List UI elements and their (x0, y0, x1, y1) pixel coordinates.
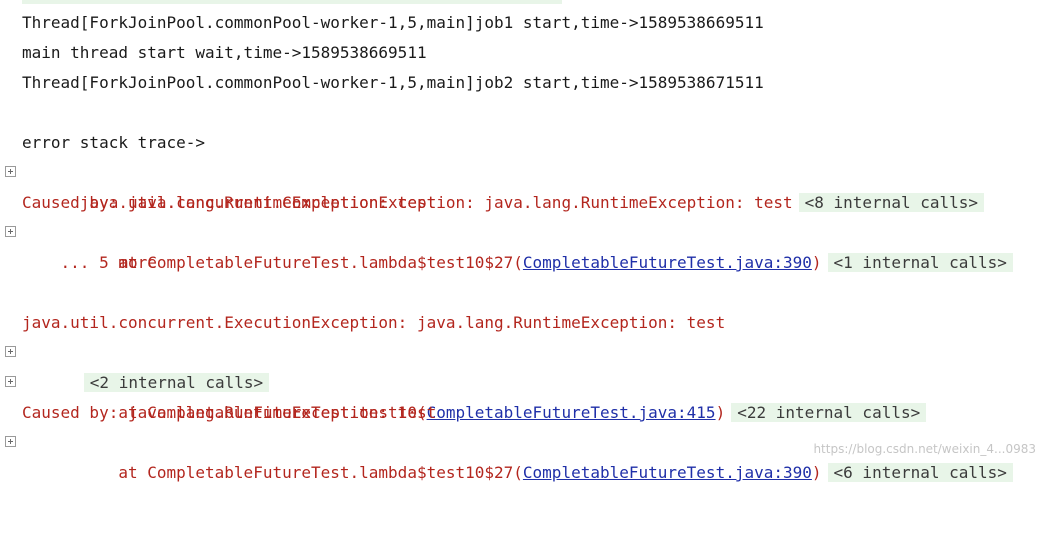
stack-frame-close: ) (811, 253, 822, 272)
stack-trace-line: java.util.concurrent.CompletionException… (0, 158, 985, 212)
console-line: java.util.concurrent.ExecutionException:… (0, 308, 725, 338)
internal-calls-fold[interactable]: <8 internal calls> (798, 193, 985, 212)
expand-icon[interactable] (5, 436, 16, 447)
stack-frame-close: ) (715, 403, 726, 422)
exception-text: java.util.concurrent.ExecutionException:… (22, 313, 726, 332)
console-line: error stack trace-> (0, 128, 205, 158)
source-link[interactable]: CompletableFutureTest.java:415 (427, 403, 716, 422)
internal-calls-fold[interactable]: <1 internal calls> (827, 253, 1013, 272)
expand-icon[interactable] (5, 226, 16, 237)
console-line: ... 5 more (0, 248, 157, 278)
console-line: main thread start wait,time->15895386695… (0, 38, 427, 68)
more-frames-text: ... 5 more (22, 253, 157, 272)
console-line: Caused by: java.lang.RuntimeException: t… (0, 398, 436, 428)
console-text: Thread[ForkJoinPool.commonPool-worker-1,… (22, 73, 764, 92)
stack-trace-line: <2 internal calls> (0, 338, 270, 392)
console-output: Thread[ForkJoinPool.commonPool-worker-1,… (0, 0, 1042, 482)
stack-trace-line: at CompletableFutureTest.test10(Completa… (0, 368, 927, 422)
console-text: main thread start wait,time->15895386695… (22, 43, 427, 62)
stack-trace-line: at CompletableFutureTest.lambda$test10$2… (0, 218, 1013, 272)
expand-icon[interactable] (5, 346, 16, 357)
console-line: Thread[ForkJoinPool.commonPool-worker-1,… (0, 68, 764, 98)
stack-trace-line: at CompletableFutureTest.lambda$test10$2… (0, 428, 1013, 482)
watermark: https://blog.csdn.net/weixin_4...0983 (813, 442, 1036, 456)
console-text: at CompletableFutureTest.lambda$test10$2… (22, 218, 1013, 308)
expand-icon[interactable] (5, 166, 16, 177)
folded-region-highlight (22, 0, 562, 4)
internal-calls-fold[interactable]: <22 internal calls> (731, 403, 927, 422)
expand-icon[interactable] (5, 376, 16, 387)
console-line: Caused by: java.lang.RuntimeException: t… (0, 188, 436, 218)
console-text: Thread[ForkJoinPool.commonPool-worker-1,… (22, 13, 764, 32)
caused-by-text: Caused by: java.lang.RuntimeException: t… (22, 403, 437, 422)
caused-by-text: Caused by: java.lang.RuntimeException: t… (22, 193, 437, 212)
console-line: Thread[ForkJoinPool.commonPool-worker-1,… (0, 8, 764, 38)
source-link[interactable]: CompletableFutureTest.java:390 (523, 253, 812, 272)
console-text: error stack trace-> (22, 133, 206, 152)
